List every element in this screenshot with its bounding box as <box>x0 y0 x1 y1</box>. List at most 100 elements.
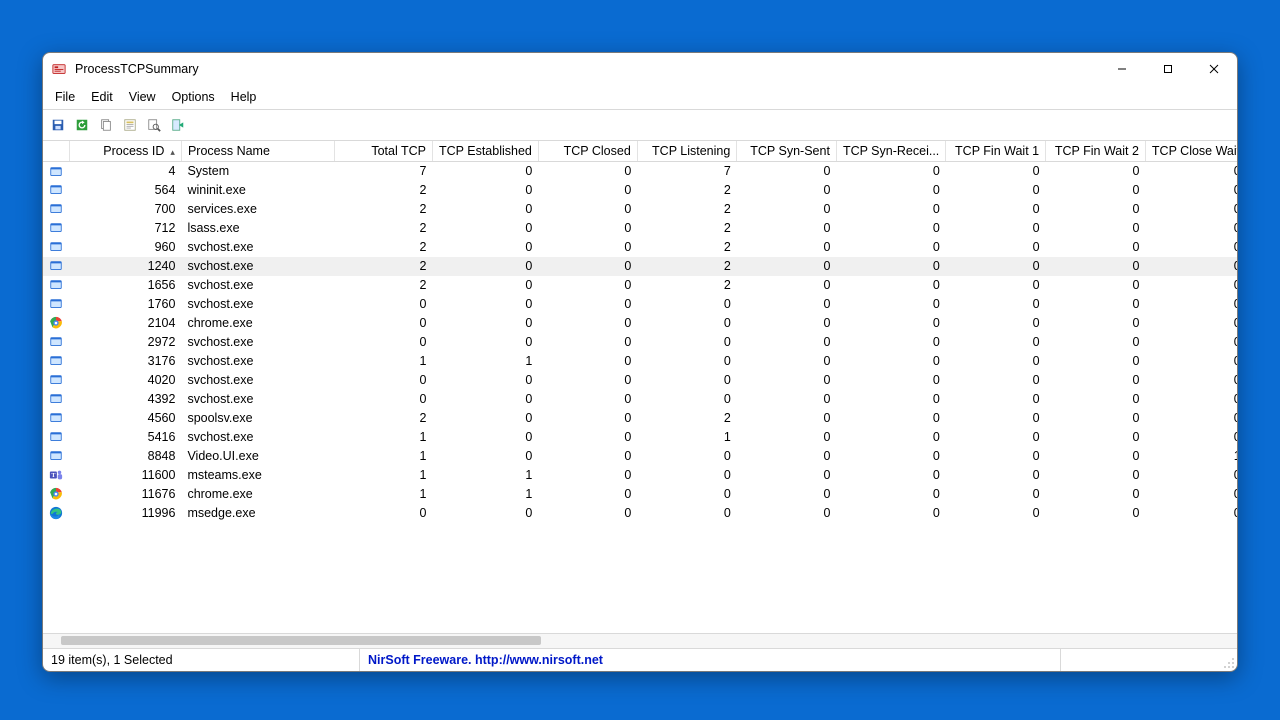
cell-total: 1 <box>334 352 432 371</box>
table-row[interactable]: 960svchost.exe200200000 <box>43 238 1237 257</box>
cell-total: 0 <box>334 504 432 523</box>
cell-synrecv: 0 <box>836 485 945 504</box>
cell-closed: 0 <box>538 371 637 390</box>
cell-pid: 1656 <box>69 276 181 295</box>
menu-view[interactable]: View <box>121 88 164 106</box>
table-row[interactable]: 2104chrome.exe000000000 <box>43 314 1237 333</box>
menu-file[interactable]: File <box>47 88 83 106</box>
properties-icon[interactable] <box>121 116 139 134</box>
cell-fin1: 0 <box>946 409 1046 428</box>
column-header-total[interactable]: Total TCP <box>334 141 432 162</box>
column-header-fin1[interactable]: TCP Fin Wait 1 <box>946 141 1046 162</box>
cell-name: svchost.exe <box>181 295 334 314</box>
cell-total: 2 <box>334 409 432 428</box>
table-row[interactable]: 11996msedge.exe000000000 <box>43 504 1237 523</box>
column-header-name[interactable]: Process Name <box>181 141 334 162</box>
cell-fin2: 0 <box>1046 390 1146 409</box>
column-header-closewait[interactable]: TCP Close Wait <box>1145 141 1237 162</box>
horizontal-scrollbar[interactable] <box>43 633 1237 648</box>
table-row[interactable]: 3176svchost.exe110000000 <box>43 352 1237 371</box>
cell-name: svchost.exe <box>181 371 334 390</box>
cell-listen: 2 <box>637 219 737 238</box>
column-header-closed[interactable]: TCP Closed <box>538 141 637 162</box>
cell-est: 0 <box>432 504 538 523</box>
cell-fin2: 0 <box>1046 485 1146 504</box>
table-row[interactable]: 4System700700000 <box>43 162 1237 181</box>
save-icon[interactable] <box>49 116 67 134</box>
cell-pid: 1760 <box>69 295 181 314</box>
table-row[interactable]: 1760svchost.exe000000000 <box>43 295 1237 314</box>
close-button[interactable] <box>1191 53 1237 85</box>
cell-fin2: 0 <box>1046 428 1146 447</box>
cell-synsent: 0 <box>737 390 837 409</box>
menu-edit[interactable]: Edit <box>83 88 121 106</box>
cell-listen: 0 <box>637 504 737 523</box>
cell-synsent: 0 <box>737 428 837 447</box>
menu-help[interactable]: Help <box>223 88 265 106</box>
table-row[interactable]: 4560spoolsv.exe200200000 <box>43 409 1237 428</box>
cell-closed: 0 <box>538 333 637 352</box>
cell-fin2: 0 <box>1046 504 1146 523</box>
column-header-pid[interactable]: Process ID▴ <box>69 141 181 162</box>
find-icon[interactable] <box>145 116 163 134</box>
cell-fin1: 0 <box>946 181 1046 200</box>
table-row[interactable]: 564wininit.exe200200000 <box>43 181 1237 200</box>
table-row[interactable]: 5416svchost.exe100100000 <box>43 428 1237 447</box>
titlebar[interactable]: ProcessTCPSummary <box>43 53 1237 85</box>
cell-est: 0 <box>432 428 538 447</box>
cell-pid: 2104 <box>69 314 181 333</box>
cell-est: 0 <box>432 390 538 409</box>
process-icon: T <box>43 466 69 485</box>
table-row[interactable]: 700services.exe200200000 <box>43 200 1237 219</box>
grid-scroll[interactable]: Process ID▴Process NameTotal TCPTCP Esta… <box>43 141 1237 633</box>
cell-fin1: 0 <box>946 200 1046 219</box>
cell-listen: 0 <box>637 466 737 485</box>
table-row[interactable]: 11676chrome.exe110000000 <box>43 485 1237 504</box>
resize-grip-icon[interactable] <box>1223 657 1235 669</box>
cell-name: svchost.exe <box>181 352 334 371</box>
cell-total: 2 <box>334 181 432 200</box>
table-row[interactable]: 4392svchost.exe000000000 <box>43 390 1237 409</box>
cell-synsent: 0 <box>737 504 837 523</box>
cell-name: chrome.exe <box>181 314 334 333</box>
table-row[interactable]: 2972svchost.exe000000000 <box>43 333 1237 352</box>
table-row[interactable]: 1240svchost.exe200200000 <box>43 257 1237 276</box>
cell-listen: 2 <box>637 257 737 276</box>
status-empty <box>1061 649 1237 671</box>
copy-icon[interactable] <box>97 116 115 134</box>
table-row[interactable]: T11600msteams.exe110000000 <box>43 466 1237 485</box>
cell-closed: 0 <box>538 447 637 466</box>
table-row[interactable]: 8848Video.UI.exe100000001 <box>43 447 1237 466</box>
column-header-synrecv[interactable]: TCP Syn-Recei... <box>836 141 945 162</box>
refresh-icon[interactable] <box>73 116 91 134</box>
cell-closewait: 0 <box>1145 504 1237 523</box>
cell-name: svchost.exe <box>181 257 334 276</box>
menu-options[interactable]: Options <box>164 88 223 106</box>
cell-est: 1 <box>432 485 538 504</box>
cell-fin1: 0 <box>946 466 1046 485</box>
sort-indicator-icon: ▴ <box>170 147 175 157</box>
table-row[interactable]: 712lsass.exe200200000 <box>43 219 1237 238</box>
column-header-icon[interactable] <box>43 141 69 162</box>
table-row[interactable]: 1656svchost.exe200200000 <box>43 276 1237 295</box>
cell-listen: 0 <box>637 485 737 504</box>
cell-listen: 7 <box>637 162 737 181</box>
cell-est: 0 <box>432 257 538 276</box>
column-header-listen[interactable]: TCP Listening <box>637 141 737 162</box>
column-header-est[interactable]: TCP Established <box>432 141 538 162</box>
cell-pid: 712 <box>69 219 181 238</box>
table-row[interactable]: 4020svchost.exe000000000 <box>43 371 1237 390</box>
cell-closed: 0 <box>538 485 637 504</box>
cell-listen: 0 <box>637 447 737 466</box>
maximize-button[interactable] <box>1145 53 1191 85</box>
cell-total: 0 <box>334 390 432 409</box>
cell-listen: 0 <box>637 295 737 314</box>
cell-closed: 0 <box>538 352 637 371</box>
minimize-button[interactable] <box>1099 53 1145 85</box>
exit-icon[interactable] <box>169 116 187 134</box>
column-header-synsent[interactable]: TCP Syn-Sent <box>737 141 837 162</box>
cell-fin1: 0 <box>946 504 1046 523</box>
cell-total: 7 <box>334 162 432 181</box>
cell-pid: 8848 <box>69 447 181 466</box>
column-header-fin2[interactable]: TCP Fin Wait 2 <box>1046 141 1146 162</box>
